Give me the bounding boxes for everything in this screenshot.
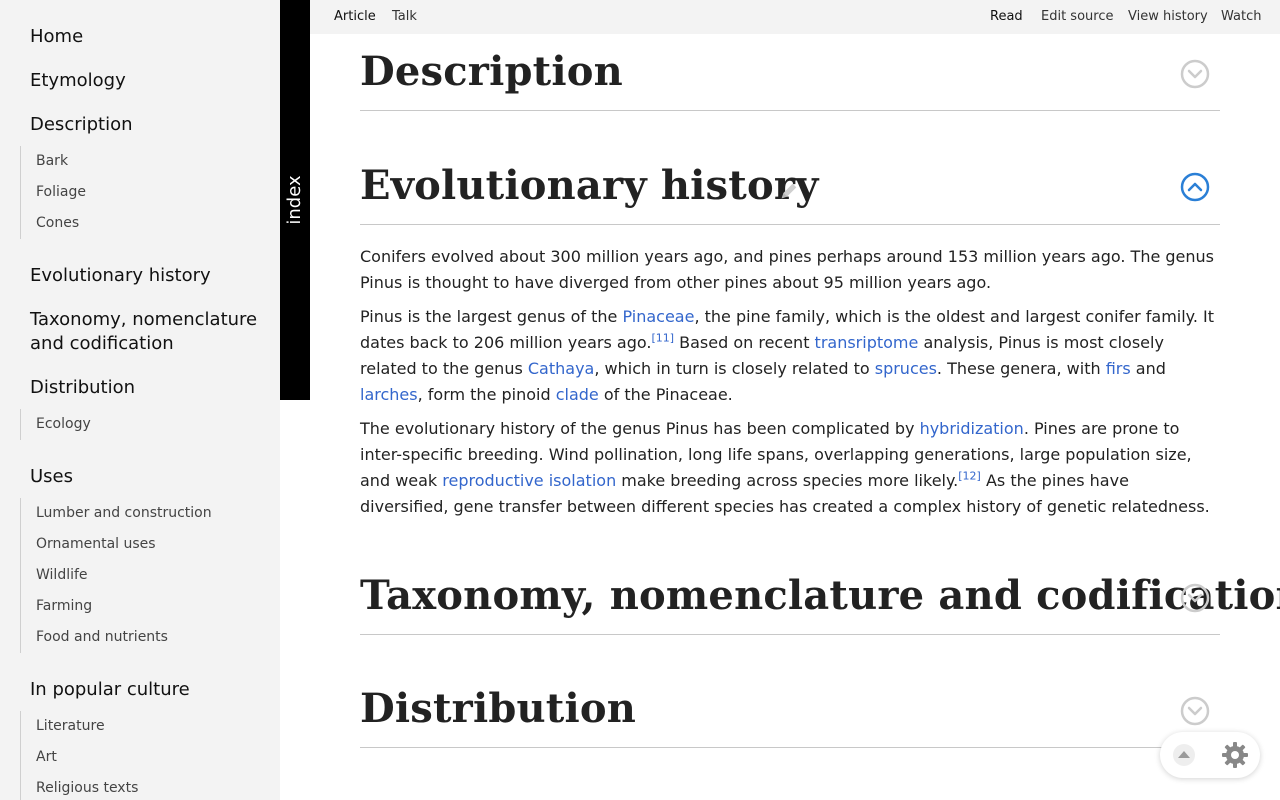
link-firs[interactable]: firs (1106, 359, 1131, 378)
toc-subitem-wildlife[interactable]: Wildlife (21, 560, 271, 591)
section-title-description: Description (360, 48, 623, 95)
link-pinaceae[interactable]: Pinaceae (622, 307, 694, 326)
text-run: Based on recent (674, 333, 815, 352)
gear-icon[interactable] (1221, 741, 1249, 769)
toc-item-description[interactable]: Description (30, 113, 133, 137)
index-label: index (284, 175, 306, 225)
section-header-evolutionary-history[interactable]: Evolutionary history (360, 148, 1220, 225)
tab-talk[interactable]: Talk (392, 0, 417, 34)
text-run: , form the pinoid (417, 385, 556, 404)
toc-subitem-farming[interactable]: Farming (21, 591, 271, 622)
section-header-distribution[interactable]: Distribution (360, 671, 1220, 748)
toc-subitem-foliage[interactable]: Foliage (21, 177, 271, 208)
toc-item-evolutionary-history[interactable]: Evolutionary history (30, 264, 211, 288)
page-actions-bar: Article Talk Read Edit source View histo… (310, 0, 1280, 34)
tab-view-history[interactable]: View history (1128, 0, 1208, 34)
link-cathaya[interactable]: Cathaya (528, 359, 594, 378)
text-run: and (1130, 359, 1166, 378)
tab-article[interactable]: Article (334, 0, 376, 34)
link-larches[interactable]: larches (360, 385, 418, 404)
toc-item-etymology[interactable]: Etymology (30, 69, 126, 93)
paragraph-evolution-1: Conifers evolved about 300 million years… (360, 247, 1215, 292)
toc-subgroup-description: Bark Foliage Cones (20, 146, 271, 239)
toc-subitem-religious-texts[interactable]: Religious texts (21, 773, 271, 800)
toc-item-popular-culture[interactable]: In popular culture (30, 678, 190, 702)
text-run: , which in turn is closely related to (594, 359, 875, 378)
citation-11[interactable]: [11] (651, 332, 674, 345)
toc-subitem-bark[interactable]: Bark (21, 146, 271, 177)
text-run: make breeding across species more likely… (616, 471, 959, 490)
toc-item-home[interactable]: Home (30, 25, 83, 49)
toc-subitem-food[interactable]: Food and nutrients (21, 622, 271, 653)
toc-subgroup-popular-culture: Literature Art Religious texts (20, 711, 271, 800)
tab-edit-source[interactable]: Edit source (1041, 0, 1113, 34)
text-run: The evolutionary history of the genus Pi… (360, 419, 920, 438)
link-reproductive-isolation[interactable]: reproductive isolation (442, 471, 616, 490)
chevron-down-circle-icon[interactable] (1180, 59, 1210, 89)
text-run: Pinus is the largest genus of the (360, 307, 623, 326)
chevron-down-circle-icon[interactable] (1180, 696, 1210, 726)
section-title-taxonomy: Taxonomy, nomenclature and codification (360, 572, 1280, 619)
section-header-taxonomy[interactable]: Taxonomy, nomenclature and codification (360, 558, 1280, 635)
chevron-down-circle-icon[interactable] (1180, 583, 1210, 613)
toc-subitem-lumber[interactable]: Lumber and construction (21, 498, 271, 529)
pencil-icon[interactable] (778, 180, 800, 202)
floating-controls (1160, 732, 1260, 778)
toc-subitem-literature[interactable]: Literature (21, 711, 271, 742)
toc-item-distribution[interactable]: Distribution (30, 376, 135, 400)
toc-subgroup-uses: Lumber and construction Ornamental uses … (20, 498, 271, 653)
citation-12[interactable]: [12] (958, 470, 981, 483)
index-toggle-tab[interactable]: index (280, 0, 310, 400)
link-transriptome[interactable]: transriptome (815, 333, 919, 352)
toc-subitem-cones[interactable]: Cones (21, 208, 271, 239)
toc-subitem-ornamental[interactable]: Ornamental uses (21, 529, 271, 560)
link-clade[interactable]: clade (556, 385, 599, 404)
toc-subitem-ecology[interactable]: Ecology (21, 409, 271, 440)
tab-read[interactable]: Read (990, 0, 1023, 34)
index-label-wrap: index (280, 175, 310, 224)
section-title-evolutionary-history: Evolutionary history (360, 162, 819, 209)
text-run: of the Pinaceae. (598, 385, 733, 404)
link-hybridization[interactable]: hybridization (920, 419, 1024, 438)
paragraph-evolution-3: The evolutionary history of the genus Pi… (360, 416, 1220, 520)
toc-subitem-art[interactable]: Art (21, 742, 271, 773)
chevron-up-circle-icon[interactable] (1180, 172, 1210, 202)
toc-sidebar: Home Etymology Description Bark Foliage … (0, 0, 280, 800)
paragraph-evolution-2: Pinus is the largest genus of the Pinace… (360, 304, 1220, 408)
section-header-description[interactable]: Description (360, 34, 1220, 111)
section-title-distribution: Distribution (360, 685, 637, 732)
link-spruces[interactable]: spruces (875, 359, 937, 378)
arrow-up-icon[interactable] (1172, 743, 1196, 767)
toc-item-uses[interactable]: Uses (30, 465, 73, 489)
toc-item-taxonomy[interactable]: Taxonomy, nomenclature and codification (30, 308, 260, 356)
text-run: . These genera, with (936, 359, 1106, 378)
tab-watch[interactable]: Watch (1221, 0, 1261, 34)
toc-subgroup-distribution: Ecology (20, 409, 271, 440)
